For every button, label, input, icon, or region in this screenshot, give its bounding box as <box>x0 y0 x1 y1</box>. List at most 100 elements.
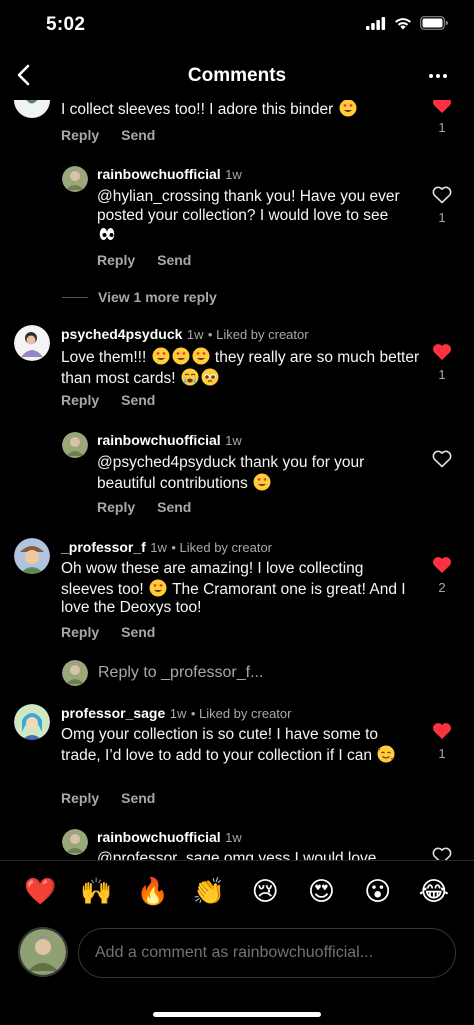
username[interactable]: rainbowchuofficial <box>97 432 221 448</box>
send-button[interactable]: Send <box>121 790 155 806</box>
liked-by-creator-label: Liked by creator <box>179 540 273 555</box>
astonished-reaction-button[interactable]: 😮 <box>362 875 394 907</box>
eyes-emoji-icon <box>98 225 116 243</box>
divider <box>62 296 88 298</box>
reply-button[interactable]: Reply <box>97 499 135 515</box>
like-button[interactable]: 1 <box>432 343 452 382</box>
crying-face-emoji-icon <box>181 368 199 386</box>
comment-text: Omg your collection is so cute! I have s… <box>61 726 411 765</box>
comment-composer-area: ❤️ 🙌 🔥 👏 😢 😍 😮 😂 <box>0 860 474 1025</box>
reply-text: @professor_sage omg yess I would love <box>97 850 377 860</box>
username[interactable]: rainbowchuofficial <box>97 166 221 182</box>
reply-actions: Reply Send <box>97 252 191 268</box>
heart-outline-icon <box>432 847 452 860</box>
username[interactable]: rainbowchuofficial <box>97 829 221 845</box>
composer <box>18 927 458 979</box>
reply-header: rainbowchuofficial 1w <box>97 829 242 847</box>
reply-button[interactable]: Reply <box>61 624 99 640</box>
reply-button[interactable]: Reply <box>61 127 99 143</box>
status-icons <box>366 16 448 30</box>
reply-button[interactable]: Reply <box>61 790 99 806</box>
heart-filled-icon <box>433 344 451 360</box>
heart-outline-icon <box>432 186 452 204</box>
cellular-signal-icon <box>366 16 386 30</box>
comment-text: I collect sleeves too!! I adore this bin… <box>61 100 421 120</box>
heart-eyes-emoji-icon <box>253 473 271 491</box>
smiling-face-with-hearts-emoji-icon <box>377 745 395 763</box>
avatar[interactable] <box>14 704 50 740</box>
like-count: 1 <box>438 746 446 761</box>
timestamp: 1w <box>169 706 187 721</box>
clapping-reaction-button[interactable]: 👏 <box>193 875 225 907</box>
send-button[interactable]: Send <box>121 392 155 408</box>
more-horizontal-icon <box>429 74 447 78</box>
avatar[interactable] <box>62 166 88 192</box>
like-button[interactable]: 1 <box>432 722 452 761</box>
send-button[interactable]: Send <box>121 127 155 143</box>
like-button[interactable]: 1 <box>432 186 452 225</box>
avatar[interactable] <box>62 432 88 458</box>
heart-reaction-button[interactable]: ❤️ <box>24 875 56 907</box>
more-options-button[interactable] <box>426 64 450 88</box>
timestamp: 1w <box>150 540 167 555</box>
liked-by-creator-label: Liked by creator <box>216 327 309 342</box>
reply-header: rainbowchuofficial 1w <box>97 432 242 450</box>
heart-eyes-emoji-icon <box>149 579 167 597</box>
fire-reaction-button[interactable]: 🔥 <box>136 875 168 907</box>
raising-hands-reaction-button[interactable]: 🙌 <box>80 875 112 907</box>
view-more-replies-button[interactable]: View 1 more reply <box>62 289 217 305</box>
heart-filled-icon <box>433 723 451 739</box>
header: Comments <box>0 52 474 100</box>
like-button[interactable] <box>432 847 452 860</box>
avatar <box>62 660 88 686</box>
heart-outline-icon <box>432 450 452 468</box>
avatar[interactable] <box>14 325 50 361</box>
quick-reactions-bar: ❤️ 🙌 🔥 👏 😢 😍 😮 😂 <box>0 875 474 907</box>
comment-input[interactable] <box>78 928 456 978</box>
username[interactable]: psyched4psyduck <box>61 326 182 342</box>
heart-eyes-reaction-button[interactable]: 😍 <box>305 875 337 907</box>
pleading-face-emoji-icon <box>201 368 219 386</box>
comment-text: Oh wow these are amazing! I love collect… <box>61 560 406 616</box>
comment-header: professor_sage 1w • Liked by creator <box>61 705 292 721</box>
like-button[interactable]: 1 <box>432 100 452 135</box>
battery-icon <box>420 16 448 30</box>
reply-button[interactable]: Reply <box>61 392 99 408</box>
home-indicator <box>153 1012 321 1017</box>
send-button[interactable]: Send <box>157 252 191 268</box>
timestamp: 1w <box>225 433 242 448</box>
send-button[interactable]: Send <box>121 624 155 640</box>
avatar[interactable] <box>14 538 50 574</box>
reply-button[interactable]: Reply <box>97 252 135 268</box>
heart-filled-icon <box>433 100 451 113</box>
reply-text: @hylian_crossing thank you! Have you eve… <box>97 188 407 246</box>
like-button[interactable] <box>432 450 452 468</box>
laughing-reaction-button[interactable]: 😂 <box>418 875 450 907</box>
avatar[interactable] <box>62 829 88 855</box>
comment-actions: Reply Send <box>61 127 155 143</box>
heart-filled-icon <box>433 557 451 573</box>
status-bar: 5:02 <box>0 0 474 52</box>
crying-reaction-button[interactable]: 😢 <box>249 875 281 907</box>
like-count: 2 <box>438 580 446 595</box>
wifi-icon <box>395 17 411 29</box>
comment-actions: Reply Send <box>61 392 155 408</box>
heart-eyes-emoji-icon <box>152 347 170 365</box>
heart-eyes-emoji-icon <box>339 100 357 117</box>
like-count: 1 <box>438 367 446 382</box>
comments-list[interactable]: I collect sleeves too!! I adore this bin… <box>0 100 474 860</box>
comment-text: Love them!!! they really are so much bet… <box>61 347 420 387</box>
send-button[interactable]: Send <box>157 499 191 515</box>
liked-by-creator-label: Liked by creator <box>198 706 292 721</box>
status-time: 5:02 <box>46 14 86 35</box>
reply-to-prompt[interactable]: Reply to _professor_f... <box>62 660 263 686</box>
username[interactable]: _professor_f <box>61 539 146 555</box>
username[interactable]: professor_sage <box>61 705 165 721</box>
heart-eyes-emoji-icon <box>192 347 210 365</box>
heart-eyes-emoji-icon <box>172 347 190 365</box>
timestamp: 1w <box>186 327 204 342</box>
reply-text: @psyched4psyduck thank you for your beau… <box>97 454 365 492</box>
like-button[interactable]: 2 <box>432 556 452 595</box>
avatar[interactable] <box>14 100 50 118</box>
comment-actions: Reply Send <box>61 624 155 640</box>
